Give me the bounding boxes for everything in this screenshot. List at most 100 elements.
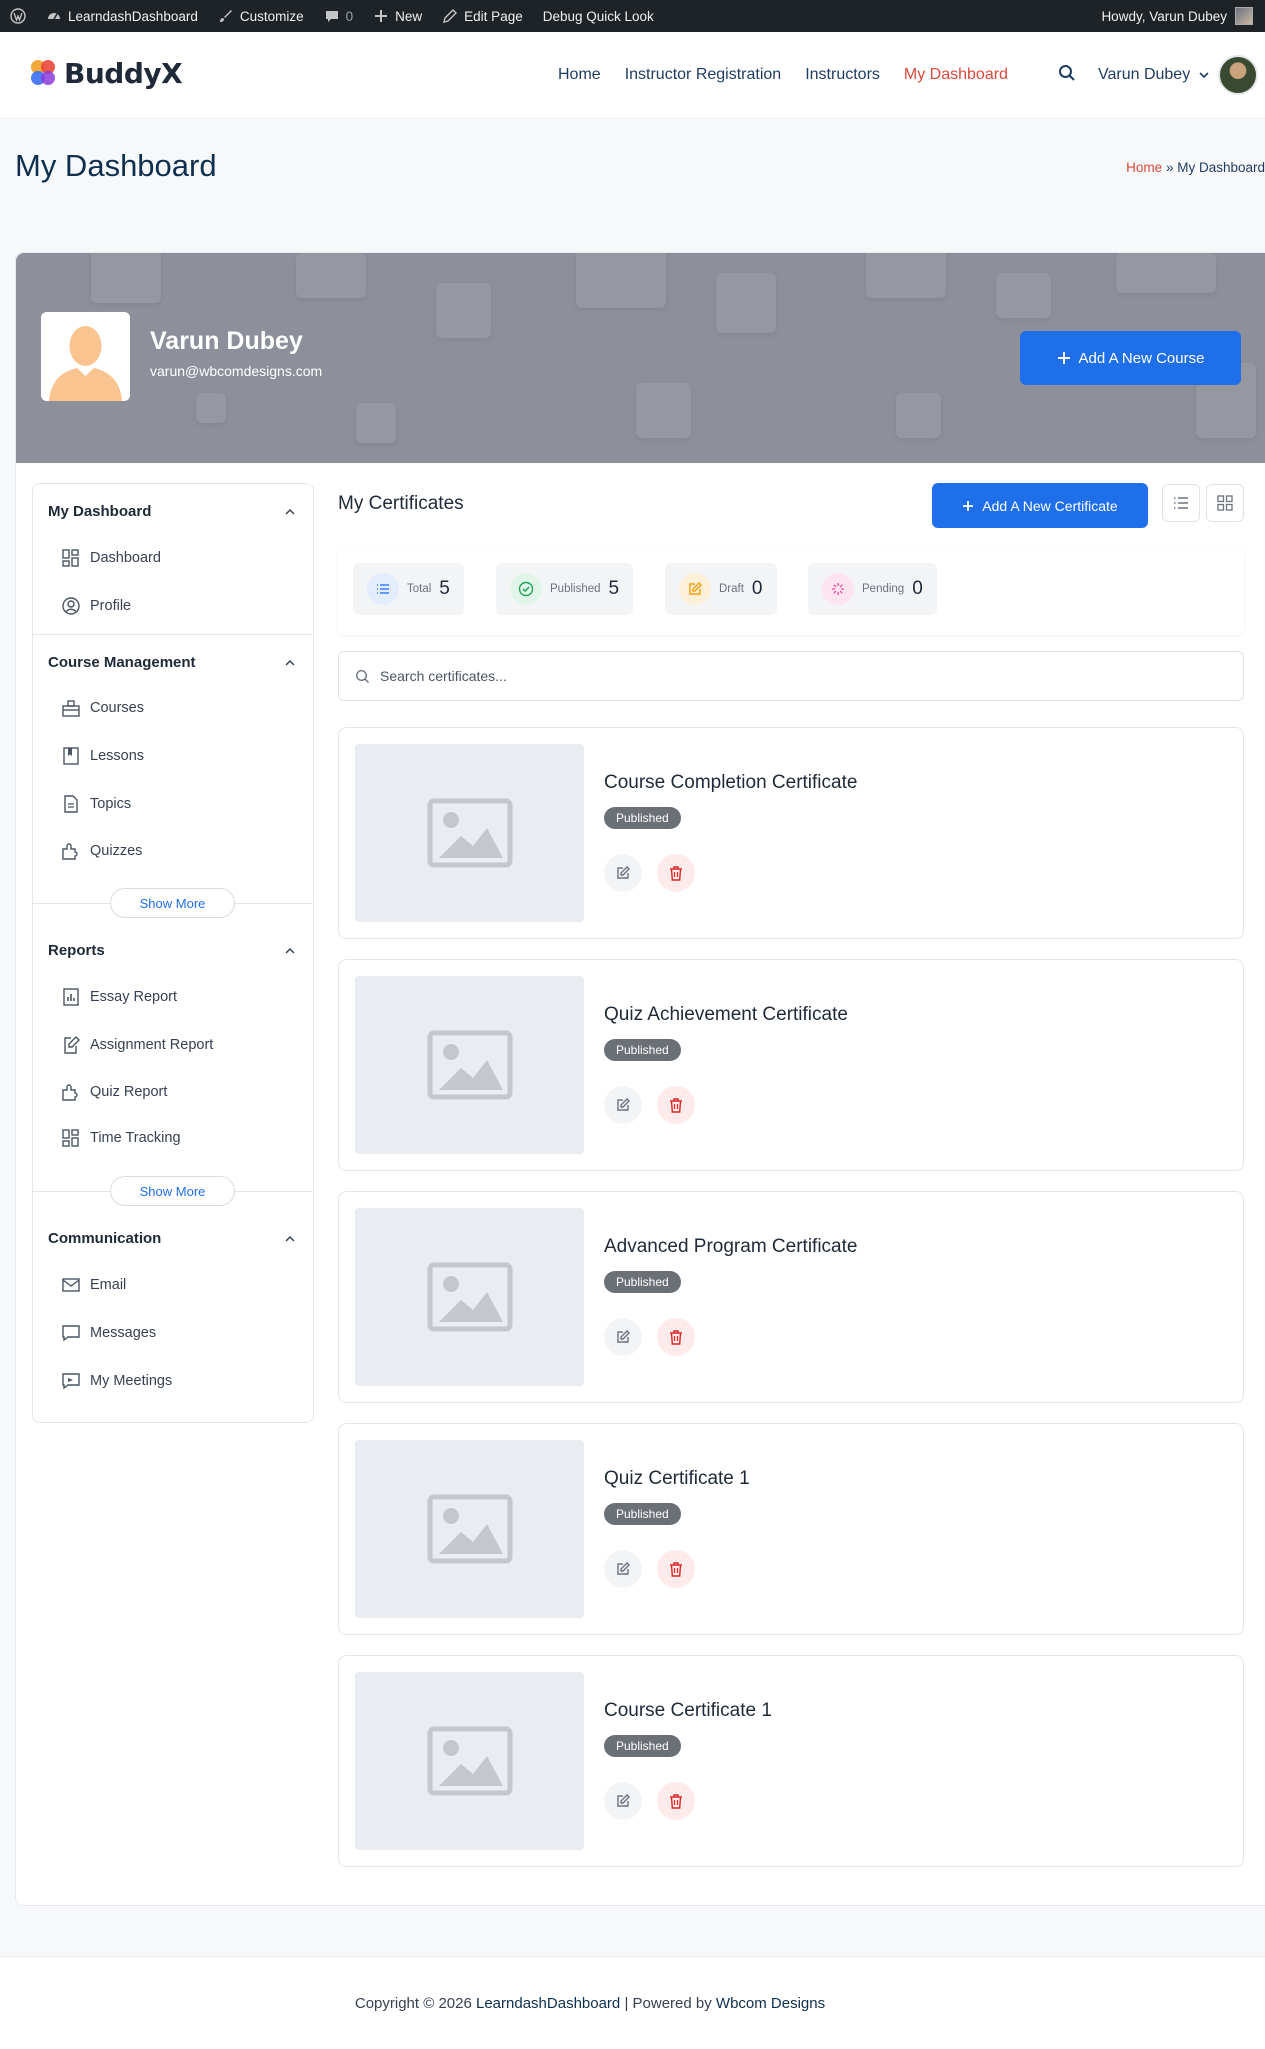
- breadcrumb: Home » My Dashboard: [1126, 160, 1265, 175]
- admin-debug[interactable]: Debug Quick Look: [533, 0, 664, 32]
- add-new-certificate-button[interactable]: Add A New Certificate: [932, 483, 1148, 528]
- nav-home[interactable]: Home: [558, 66, 601, 84]
- edit-icon: [617, 1098, 630, 1111]
- stat-pending[interactable]: Pending 0: [808, 563, 937, 615]
- banner-pattern: [436, 283, 491, 338]
- grid-view-button[interactable]: [1206, 484, 1244, 522]
- sidebar-item-topics[interactable]: Topics: [61, 794, 131, 814]
- breadcrumb-home[interactable]: Home: [1126, 160, 1162, 175]
- nav-instructors[interactable]: Instructors: [805, 66, 880, 84]
- user-avatar[interactable]: [1218, 55, 1259, 95]
- certificate-thumbnail: [355, 1672, 584, 1850]
- page-title: My Dashboard: [15, 148, 217, 183]
- stat-label: Draft: [719, 583, 744, 595]
- nav-my-dashboard[interactable]: My Dashboard: [904, 66, 1008, 84]
- stat-label: Pending: [862, 583, 905, 595]
- delete-certificate-button[interactable]: [657, 1318, 695, 1356]
- sidebar-divider: [235, 1191, 313, 1192]
- banner-pattern: [636, 383, 691, 438]
- trash-icon: [670, 1097, 682, 1113]
- add-new-course-button[interactable]: Add A New Course: [1020, 331, 1241, 385]
- profile-avatar: [41, 312, 130, 401]
- chevron-up-icon[interactable]: [284, 657, 296, 669]
- sidebar-heading-course-management[interactable]: Course Management: [48, 654, 196, 671]
- certificate-title[interactable]: Course Certificate 1: [604, 1700, 772, 1722]
- certificate-card[interactable]: Quiz Achievement Certificate Published: [338, 959, 1244, 1171]
- trash-icon: [670, 865, 682, 881]
- certificate-thumbnail: [355, 744, 584, 922]
- banner-pattern: [356, 403, 396, 443]
- certificate-card[interactable]: Advanced Program Certificate Published: [338, 1191, 1244, 1403]
- user-circle-icon: [62, 597, 80, 615]
- stat-draft[interactable]: Draft 0: [665, 563, 777, 615]
- admin-customize[interactable]: Customize: [208, 0, 314, 32]
- edit-certificate-button[interactable]: [604, 854, 642, 892]
- list-view-button[interactable]: [1162, 484, 1200, 522]
- sidebar-item-lessons[interactable]: Lessons: [61, 746, 144, 766]
- admin-account[interactable]: Howdy, Varun Dubey: [1091, 0, 1265, 32]
- edit-icon: [617, 1330, 630, 1343]
- sidebar-item-quizzes[interactable]: Quizzes: [61, 841, 142, 861]
- footer-company-link[interactable]: Wbcom Designs: [716, 1995, 825, 2012]
- certificate-card[interactable]: Course Completion Certificate Published: [338, 727, 1244, 939]
- sidebar-item-my-meetings[interactable]: My Meetings: [61, 1371, 172, 1391]
- user-silhouette-icon: [41, 312, 130, 401]
- admin-comments[interactable]: 0: [314, 0, 364, 32]
- sidebar-heading-communication[interactable]: Communication: [48, 1230, 161, 1247]
- edit-certificate-button[interactable]: [604, 1550, 642, 1588]
- edit-certificate-button[interactable]: [604, 1086, 642, 1124]
- header-search-button[interactable]: [1058, 64, 1076, 82]
- user-menu[interactable]: Varun Dubey: [1098, 32, 1259, 118]
- sidebar-item-messages[interactable]: Messages: [61, 1323, 156, 1343]
- sidebar-heading-reports[interactable]: Reports: [48, 942, 105, 959]
- chevron-up-icon[interactable]: [284, 945, 296, 957]
- stat-published[interactable]: Published 5: [496, 563, 634, 615]
- certificate-title[interactable]: Advanced Program Certificate: [604, 1236, 857, 1258]
- certificate-title[interactable]: Course Completion Certificate: [604, 772, 857, 794]
- sidebar-item-quiz-report[interactable]: Quiz Report: [61, 1082, 167, 1102]
- add-new-certificate-label: Add A New Certificate: [982, 497, 1118, 514]
- chevron-up-icon[interactable]: [284, 506, 296, 518]
- certificate-card[interactable]: Course Certificate 1 Published: [338, 1655, 1244, 1867]
- certificate-title[interactable]: Quiz Certificate 1: [604, 1468, 750, 1490]
- delete-certificate-button[interactable]: [657, 1086, 695, 1124]
- sidebar-item-time-tracking[interactable]: Time Tracking: [61, 1128, 181, 1148]
- breadcrumb-separator: »: [1162, 160, 1178, 175]
- user-menu-name: Varun Dubey: [1098, 66, 1191, 83]
- sidebar-item-profile[interactable]: Profile: [61, 596, 131, 616]
- delete-certificate-button[interactable]: [657, 854, 695, 892]
- banner-pattern: [996, 273, 1051, 318]
- wordpress-logo-button[interactable]: [0, 0, 36, 32]
- chevron-up-icon[interactable]: [284, 1233, 296, 1245]
- image-placeholder-icon: [427, 1262, 512, 1332]
- show-more-button[interactable]: Show More: [110, 888, 235, 918]
- edit-certificate-button[interactable]: [604, 1318, 642, 1356]
- image-placeholder-icon: [427, 798, 512, 868]
- search-certificates-input[interactable]: [380, 668, 1180, 684]
- nav-instructor-registration[interactable]: Instructor Registration: [625, 66, 782, 84]
- sidebar-heading-my-dashboard[interactable]: My Dashboard: [48, 503, 151, 520]
- footer-site-link[interactable]: LearndashDashboard: [476, 1995, 620, 2012]
- delete-certificate-button[interactable]: [657, 1782, 695, 1820]
- sidebar-item-courses[interactable]: Courses: [61, 698, 144, 718]
- sidebar-item-assignment-report[interactable]: Assignment Report: [61, 1035, 213, 1055]
- site-logo[interactable]: BuddyX: [26, 56, 183, 90]
- sidebar-item-label: Topics: [90, 796, 132, 812]
- stat-total[interactable]: Total 5: [353, 563, 464, 615]
- delete-certificate-button[interactable]: [657, 1550, 695, 1588]
- sidebar-item-email[interactable]: Email: [61, 1275, 126, 1295]
- show-more-button[interactable]: Show More: [110, 1176, 235, 1206]
- edit-icon: [617, 866, 630, 879]
- admin-new[interactable]: New: [363, 0, 432, 32]
- admin-edit-page[interactable]: Edit Page: [432, 0, 533, 32]
- certificate-title[interactable]: Quiz Achievement Certificate: [604, 1004, 848, 1026]
- sidebar-item-dashboard[interactable]: Dashboard: [61, 548, 161, 568]
- sidebar-item-label: Email: [90, 1277, 127, 1293]
- edit-certificate-button[interactable]: [604, 1782, 642, 1820]
- image-placeholder-icon: [427, 1726, 512, 1796]
- trash-icon: [670, 1329, 682, 1345]
- admin-site-name[interactable]: LearndashDashboard: [36, 0, 208, 32]
- certificate-card[interactable]: Quiz Certificate 1 Published: [338, 1423, 1244, 1635]
- sidebar-item-essay-report[interactable]: Essay Report: [61, 987, 177, 1007]
- puzzle-icon: [62, 1084, 78, 1101]
